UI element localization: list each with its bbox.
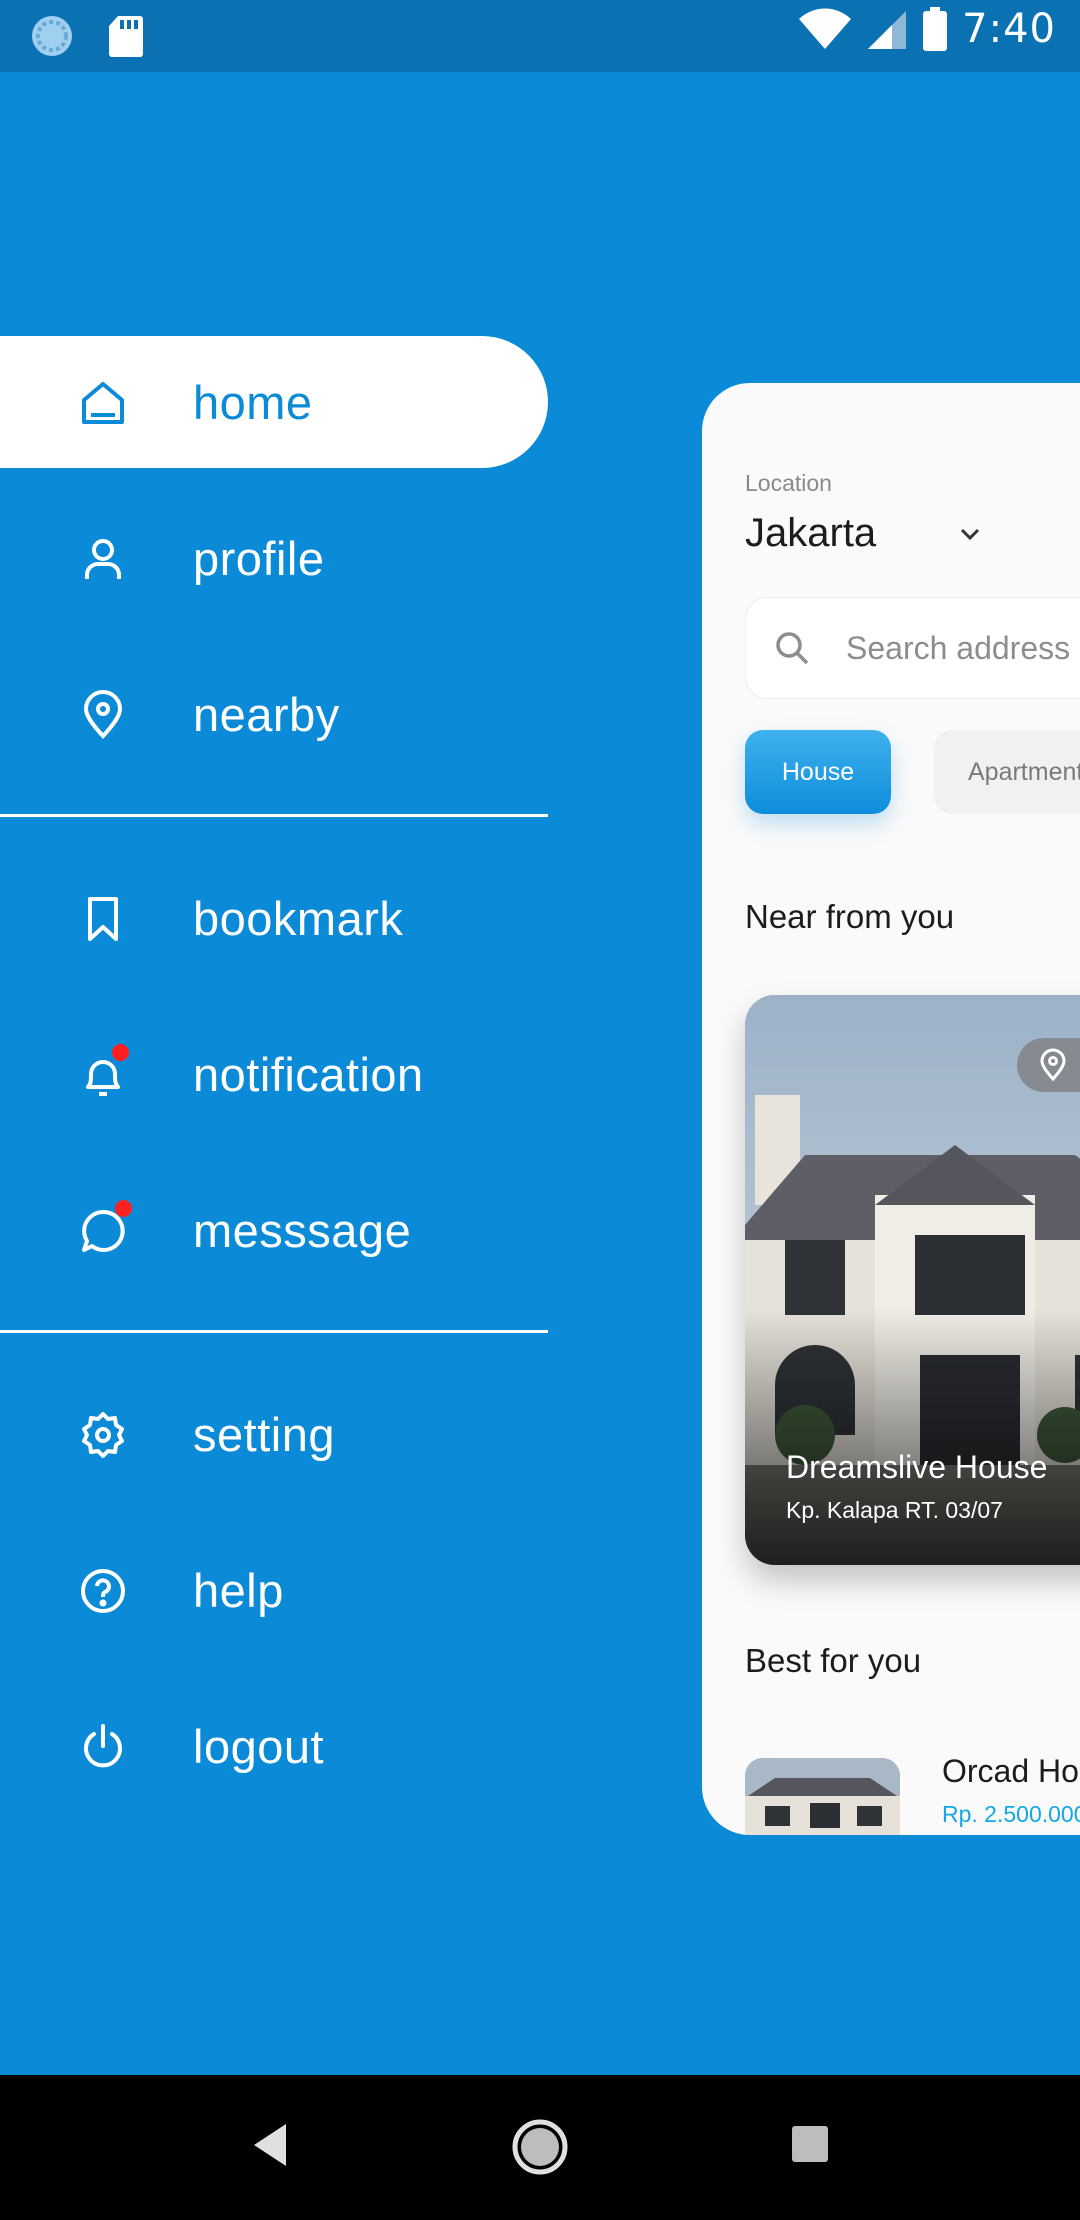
signal-icon <box>868 11 907 49</box>
menu-label-message: messsage <box>193 1203 412 1257</box>
menu-item-message[interactable]: messsage <box>0 1164 548 1296</box>
menu-item-logout[interactable]: logout <box>0 1680 548 1812</box>
menu-item-nearby[interactable]: nearby <box>0 648 548 780</box>
menu-item-help[interactable]: help <box>0 1524 548 1656</box>
sd-card-icon <box>109 16 143 57</box>
navigation-drawer: home profile nearby bookmark notificatio… <box>0 72 1080 2075</box>
menu-label-help: help <box>193 1563 284 1617</box>
back-icon[interactable] <box>250 2120 290 2170</box>
menu-item-notification[interactable]: notification <box>0 1008 548 1140</box>
chevron-down-icon[interactable] <box>958 522 982 546</box>
message-badge <box>115 1200 132 1217</box>
help-circle-icon <box>81 1569 125 1613</box>
menu-item-profile[interactable]: profile <box>0 492 548 624</box>
location-value[interactable]: Jakarta <box>745 511 876 556</box>
best-property-name[interactable]: Orcad House <box>942 1753 1080 1790</box>
recents-icon[interactable] <box>790 2124 830 2164</box>
near-section-title: Near from you <box>745 898 955 935</box>
best-property-thumbnail[interactable] <box>745 1758 900 1835</box>
menu-label-notification: notification <box>193 1047 424 1101</box>
menu-divider <box>0 814 548 817</box>
menu-label-home: home <box>193 375 313 429</box>
status-time: 7:40 <box>962 6 1056 52</box>
property-address: Kp. Kalapa RT. 03/07 <box>786 1497 1003 1523</box>
battery-icon <box>923 7 948 51</box>
gear-icon <box>82 1412 124 1458</box>
menu-item-home[interactable]: home <box>0 336 548 468</box>
home-icon <box>82 382 124 424</box>
search-input[interactable]: Search address <box>745 597 1080 699</box>
search-icon <box>776 632 809 665</box>
home-content-card[interactable]: Location Jakarta Search address House Ap… <box>702 383 1080 1835</box>
menu-label-bookmark: bookmark <box>193 891 404 945</box>
menu-item-setting[interactable]: setting <box>0 1368 548 1500</box>
chip-apartment[interactable]: Apartment <box>934 730 1080 814</box>
location-pin-icon <box>1040 1048 1066 1082</box>
search-placeholder: Search address <box>846 630 1071 666</box>
property-card[interactable]: Dreamslive House Kp. Kalapa RT. 03/07 <box>745 995 1080 1565</box>
menu-item-bookmark[interactable]: bookmark <box>0 852 548 984</box>
menu-label-logout: logout <box>193 1719 325 1773</box>
chip-house[interactable]: House <box>745 730 891 814</box>
status-bar: 7:40 <box>0 0 1080 72</box>
sync-icon <box>32 16 72 56</box>
power-icon <box>84 1724 122 1768</box>
location-badge[interactable] <box>1017 1038 1080 1092</box>
wifi-icon <box>799 8 852 49</box>
system-navigation-bar <box>0 2075 1080 2220</box>
notification-badge <box>112 1044 129 1061</box>
menu-label-setting: setting <box>193 1407 335 1461</box>
home-button-icon[interactable] <box>510 2117 570 2177</box>
menu-label-profile: profile <box>193 531 325 585</box>
location-label: Location <box>745 470 832 496</box>
best-section-title: Best for you <box>745 1642 922 1679</box>
person-icon <box>85 539 121 579</box>
menu-divider <box>0 1330 548 1333</box>
menu-label-nearby: nearby <box>193 687 340 741</box>
location-pin-icon <box>83 690 123 739</box>
best-property-price: Rp. 2.500.000 <box>942 1801 1080 1827</box>
property-image <box>745 1758 900 1835</box>
bookmark-icon <box>88 897 118 941</box>
property-name: Dreamslive House <box>786 1449 1048 1485</box>
